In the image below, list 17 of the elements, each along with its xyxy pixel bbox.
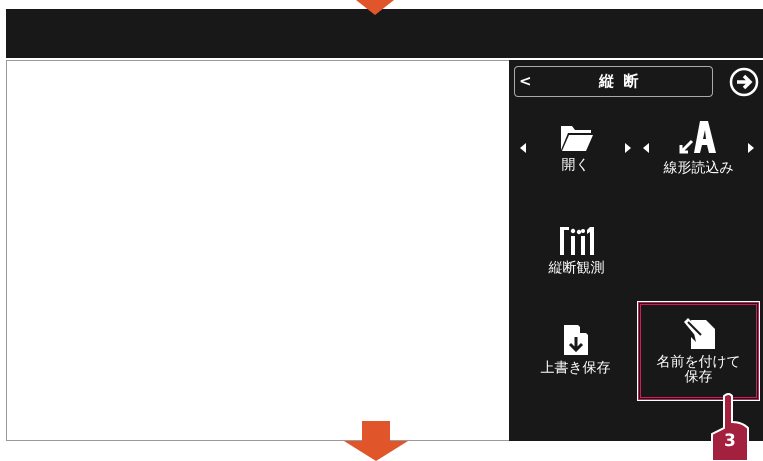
step-number: 3 bbox=[724, 433, 736, 450]
tool-button[interactable]: 上書き保存 bbox=[514, 301, 637, 401]
tool-button[interactable]: 線形読込み bbox=[637, 97, 760, 201]
tool-button[interactable]: 名前を付けて保存 bbox=[637, 301, 760, 401]
left-arrow-icon[interactable] bbox=[643, 143, 649, 153]
document-download-icon bbox=[564, 325, 588, 356]
down-arrow-icon bbox=[356, 0, 394, 15]
document-pencil-icon bbox=[682, 316, 716, 349]
right-arrow-icon[interactable] bbox=[625, 143, 631, 153]
right-arrow-icon[interactable] bbox=[748, 143, 754, 153]
pointing-hand-icon bbox=[708, 392, 752, 461]
next-icon[interactable] bbox=[729, 66, 759, 96]
down-arrow-icon bbox=[344, 421, 408, 461]
left-arrow-icon[interactable] bbox=[520, 143, 526, 153]
tool-button[interactable]: 縦断観測 bbox=[514, 201, 639, 301]
tool-button[interactable]: 開く bbox=[514, 97, 637, 201]
back-button[interactable]: < 縦 断 bbox=[514, 66, 713, 97]
